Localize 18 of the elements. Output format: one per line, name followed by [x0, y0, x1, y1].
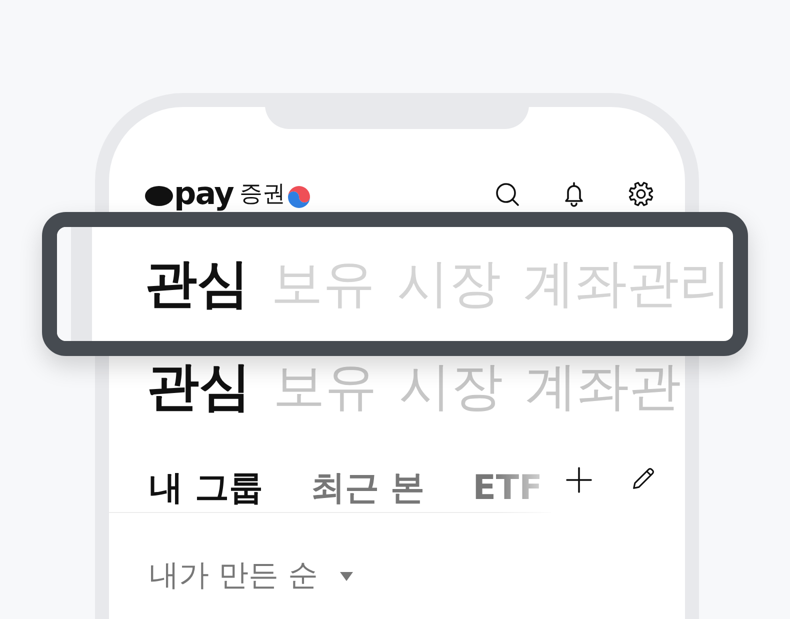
main-tab[interactable]: 관심: [147, 357, 251, 417]
main-tab[interactable]: 계좌관: [525, 357, 681, 417]
magnified-tab[interactable]: 관심: [145, 254, 249, 314]
sub-tab[interactable]: 내 그룹: [149, 466, 263, 510]
search-icon[interactable]: [494, 181, 520, 207]
sort-dropdown[interactable]: 내가 만든 순: [149, 556, 354, 596]
pencil-icon[interactable]: [632, 466, 656, 490]
taegeuk-icon: [288, 186, 310, 208]
logo-mark-icon: [145, 186, 173, 206]
caret-icon: [340, 572, 354, 580]
main-tab[interactable]: 보유: [273, 357, 377, 417]
main-tab[interactable]: 시장: [399, 357, 503, 417]
sub-tab[interactable]: 최근 본: [310, 466, 425, 510]
logo-text: pay: [174, 177, 234, 211]
sub-tab[interactable]: ETF: [472, 466, 542, 510]
plus-icon[interactable]: [566, 467, 592, 493]
brand-label: 증권: [239, 180, 286, 208]
settings-icon[interactable]: [628, 181, 654, 207]
